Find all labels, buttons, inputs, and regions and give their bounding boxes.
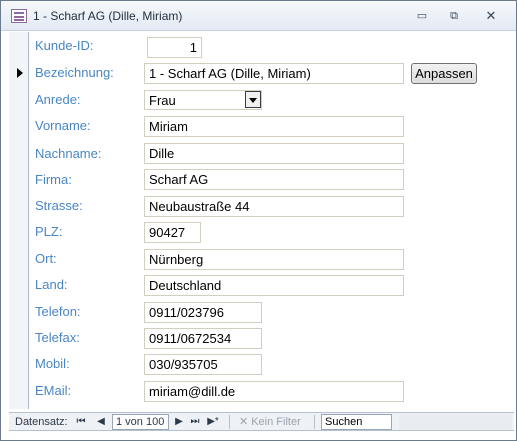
title-bar[interactable]: 1 - Scharf AG (Dille, Miriam) ▭ ⧉ ✕: [1, 1, 516, 31]
nav-divider: [229, 415, 230, 429]
bezeichnung-field[interactable]: 1 - Scharf AG (Dille, Miriam): [144, 63, 404, 84]
ort-label: Ort:: [35, 251, 57, 266]
mobil-label: Mobil:: [35, 356, 70, 371]
plz-label: PLZ:: [35, 224, 63, 239]
kunde-id-label: Kunde-ID:: [35, 38, 94, 53]
new-record-icon[interactable]: ▶*: [205, 415, 221, 428]
land-field[interactable]: Deutschland: [144, 275, 404, 296]
record-selector[interactable]: [9, 32, 29, 409]
filter-icon: ✕: [239, 416, 249, 428]
search-input[interactable]: Suchen: [321, 414, 392, 430]
chevron-down-icon: [249, 98, 257, 103]
mobil-field[interactable]: 030/935705: [144, 354, 262, 375]
nachname-label: Nachname:: [35, 146, 102, 161]
form-detail-area: [30, 32, 513, 409]
record-position-input[interactable]: 1 von 100: [112, 414, 169, 430]
strasse-label: Strasse:: [35, 198, 83, 213]
record-navigation-bar: Datensatz: ⏮ ◀ 1 von 100 ▶ ⏭ ▶* ✕ Kein Fi…: [9, 412, 514, 431]
anrede-dropdown-button[interactable]: [245, 91, 261, 108]
anpassen-button[interactable]: Anpassen: [411, 63, 477, 84]
plz-field[interactable]: 90427: [144, 222, 201, 243]
filter-label: Kein Filter: [251, 416, 301, 428]
minimize-icon[interactable]: ▭: [414, 10, 430, 22]
horizontal-scrollbar[interactable]: [399, 414, 512, 430]
current-record-arrow-icon: [17, 68, 23, 78]
vorname-label: Vorname:: [35, 118, 91, 133]
land-label: Land:: [35, 277, 68, 292]
bezeichnung-label: Bezeichnung:: [35, 65, 114, 80]
anrede-label: Anrede:: [35, 92, 81, 107]
firma-field[interactable]: Scharf AG: [144, 169, 404, 190]
ort-field[interactable]: Nürnberg: [144, 249, 404, 270]
last-record-icon[interactable]: ⏭: [189, 415, 201, 428]
vorname-field[interactable]: Miriam: [144, 116, 404, 137]
window-title: 1 - Scharf AG (Dille, Miriam): [33, 9, 183, 23]
kunde-id-field[interactable]: 1: [147, 37, 202, 58]
firma-label: Firma:: [35, 172, 72, 187]
next-record-icon[interactable]: ▶: [173, 415, 185, 428]
telefon-field[interactable]: 0911/023796: [144, 302, 262, 323]
email-label: EMail:: [35, 383, 72, 398]
form-icon: [11, 9, 27, 23]
record-label: Datensatz:: [15, 416, 68, 428]
first-record-icon[interactable]: ⏮: [75, 415, 87, 428]
strasse-field[interactable]: Neubaustraße 44: [144, 196, 404, 217]
email-field[interactable]: miriam@dill.de: [144, 381, 404, 402]
filter-toggle[interactable]: ✕ Kein Filter: [239, 415, 301, 428]
previous-record-icon[interactable]: ◀: [95, 415, 107, 428]
telefon-label: Telefon:: [35, 304, 81, 319]
telefax-label: Telefax:: [35, 330, 80, 345]
form-window: 1 - Scharf AG (Dille, Miriam) ▭ ⧉ ✕ Kund…: [0, 0, 517, 441]
nachname-field[interactable]: Dille: [144, 143, 404, 164]
nav-divider: [314, 415, 315, 429]
close-icon[interactable]: ✕: [483, 9, 499, 22]
telefax-field[interactable]: 0911/0672534: [144, 328, 262, 349]
restore-icon[interactable]: ⧉: [446, 10, 462, 22]
